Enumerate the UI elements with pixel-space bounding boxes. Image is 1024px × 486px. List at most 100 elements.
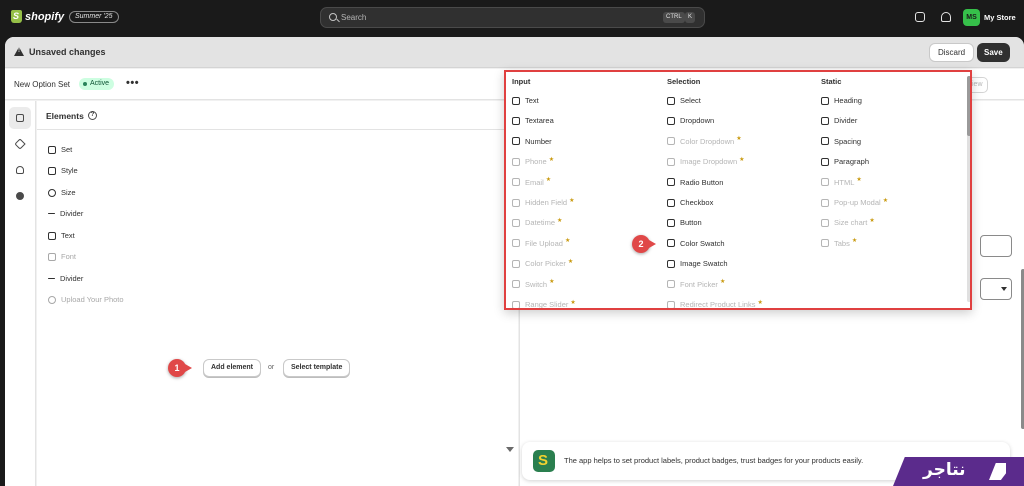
picker-item-color-swatch[interactable]: Color Swatch <box>667 239 725 248</box>
element-item[interactable]: Divider <box>48 209 83 218</box>
rail-item-global[interactable] <box>9 185 31 207</box>
select-template-button[interactable]: Select template <box>283 359 351 377</box>
picker-item-checkbox[interactable]: Checkbox <box>667 198 713 207</box>
premium-star-icon: ★ <box>719 279 726 286</box>
toggle-icon <box>512 280 520 289</box>
picker-item-label: Image Swatch <box>680 259 728 269</box>
person-icon <box>16 166 24 174</box>
add-element-button[interactable]: Add element <box>203 359 262 377</box>
picker-item-label: Select <box>680 96 701 105</box>
rail-item-customer[interactable] <box>9 159 31 181</box>
picker-item-spacing[interactable]: Spacing <box>821 137 861 146</box>
element-label: Divider <box>60 274 84 283</box>
image-icon <box>667 259 675 268</box>
premium-star-icon: ★ <box>545 177 552 184</box>
element-label: Upload Your Photo <box>61 295 124 304</box>
picker-item-pop-up-modal[interactable]: Pop-up Modal ★ <box>821 198 888 207</box>
premium-star-icon: ★ <box>856 177 862 184</box>
store-name[interactable]: My Store <box>984 13 1016 22</box>
picker-item-label: Color Picker <box>525 259 566 269</box>
element-item[interactable]: Size <box>48 188 76 197</box>
picker-item-paragraph[interactable]: Paragraph <box>821 157 869 166</box>
picker-item-select[interactable]: Select <box>667 96 701 105</box>
picker-item-label: Dropdown <box>680 116 715 126</box>
image-icon <box>48 145 56 154</box>
premium-star-icon: ★ <box>569 197 575 204</box>
picker-item-html[interactable]: HTML ★ <box>821 177 862 187</box>
picker-item-label: Checkbox <box>680 198 714 207</box>
code-icon <box>821 178 829 187</box>
picker-item-label: Spacing <box>834 136 862 146</box>
help-icon[interactable]: ? <box>88 111 97 120</box>
picker-item-range-slider[interactable]: Range Slider ★ <box>512 300 576 308</box>
discard-button[interactable]: Discard <box>929 43 975 62</box>
picker-item-image-dropdown[interactable]: Image Dropdown ★ <box>667 157 745 166</box>
collapse-arrow-icon[interactable] <box>506 447 514 452</box>
search-icon <box>329 13 337 21</box>
element-item[interactable]: Style <box>48 166 78 175</box>
textarea-icon <box>512 116 520 125</box>
save-button[interactable]: Save <box>977 43 1010 62</box>
picker-item-datetime[interactable]: Datetime ★ <box>512 218 562 227</box>
picker-item-font-picker[interactable]: Font Picker ★ <box>667 279 726 289</box>
more-actions-button[interactable]: ••• <box>126 78 139 89</box>
status-label: Active <box>90 80 110 87</box>
premium-star-icon: ★ <box>549 279 555 286</box>
tag-icon <box>14 138 26 150</box>
avatar[interactable]: MS <box>963 9 980 26</box>
inbox-icon[interactable] <box>915 12 925 22</box>
picker-item-label: Paragraph <box>834 157 870 167</box>
brand-badge: نتاجر <box>893 457 1024 486</box>
element-label: Set <box>61 145 73 154</box>
elements-title: Elements <box>46 111 84 121</box>
element-item[interactable]: Text <box>48 231 75 240</box>
picker-item-hidden-field[interactable]: Hidden Field ★ <box>512 198 575 207</box>
ruler-icon <box>821 218 829 227</box>
chevron-down-icon <box>667 157 675 166</box>
picker-item-divider[interactable]: Divider <box>821 116 857 125</box>
top-bar: shopify Summer '25 Search CTRL K MS My S… <box>0 0 1024 34</box>
picker-item-text[interactable]: Text <box>512 96 539 105</box>
picker-item-redirect-product-links[interactable]: Redirect Product Links ★ <box>667 300 763 308</box>
picker-item-phone[interactable]: Phone ★ <box>512 157 554 166</box>
chevron-down-icon <box>667 137 675 146</box>
bell-icon[interactable] <box>941 12 951 22</box>
modal-icon <box>821 198 829 207</box>
picker-item-email[interactable]: Email ★ <box>512 177 552 187</box>
picker-item-label: Heading <box>834 96 862 105</box>
search-bar[interactable]: Search CTRL K <box>320 7 705 28</box>
element-item[interactable]: Upload Your Photo <box>48 295 124 304</box>
settings-input[interactable] <box>980 235 1012 257</box>
divider-icon <box>48 213 55 214</box>
premium-star-icon: ★ <box>736 136 742 143</box>
picker-item-textarea[interactable]: Textarea <box>512 116 554 125</box>
picker-item-button[interactable]: Button <box>667 218 702 227</box>
picker-item-radio-button[interactable]: Radio Button <box>667 178 723 187</box>
shopify-logo[interactable]: shopify <box>11 10 64 23</box>
picker-item-label: Text <box>525 96 539 105</box>
picker-item-number[interactable]: Number <box>512 137 552 146</box>
elements-header: Elements ? <box>37 101 518 130</box>
picker-item-dropdown[interactable]: Dropdown <box>667 116 714 125</box>
hash-icon <box>512 137 520 146</box>
rail-item-elements[interactable] <box>9 107 31 129</box>
rail-item-labels[interactable] <box>9 133 31 155</box>
radio-icon <box>667 178 675 187</box>
picker-item-heading[interactable]: Heading <box>821 96 862 105</box>
picker-item-image-swatch[interactable]: Image Swatch <box>667 259 728 268</box>
element-item[interactable]: Divider <box>48 274 83 283</box>
picker-item-tabs[interactable]: Tabs ★ <box>821 238 857 248</box>
picker-item-color-dropdown[interactable]: Color Dropdown ★ <box>667 136 742 146</box>
picker-item-size-chart[interactable]: Size chart ★ <box>821 218 875 227</box>
divider-icon <box>48 278 55 279</box>
picker-item-color-picker[interactable]: Color Picker ★ <box>512 259 573 268</box>
picker-item-file-upload[interactable]: File Upload ★ <box>512 238 570 248</box>
picker-item-switch[interactable]: Switch ★ <box>512 279 555 289</box>
element-item[interactable]: Font <box>48 252 76 261</box>
premium-star-icon: ★ <box>882 197 889 204</box>
column-heading-selection: Selection <box>667 77 701 86</box>
popover-scrollbar[interactable] <box>967 76 970 136</box>
email-icon <box>512 178 520 187</box>
element-item[interactable]: Set <box>48 145 72 154</box>
settings-select[interactable] <box>980 278 1012 300</box>
